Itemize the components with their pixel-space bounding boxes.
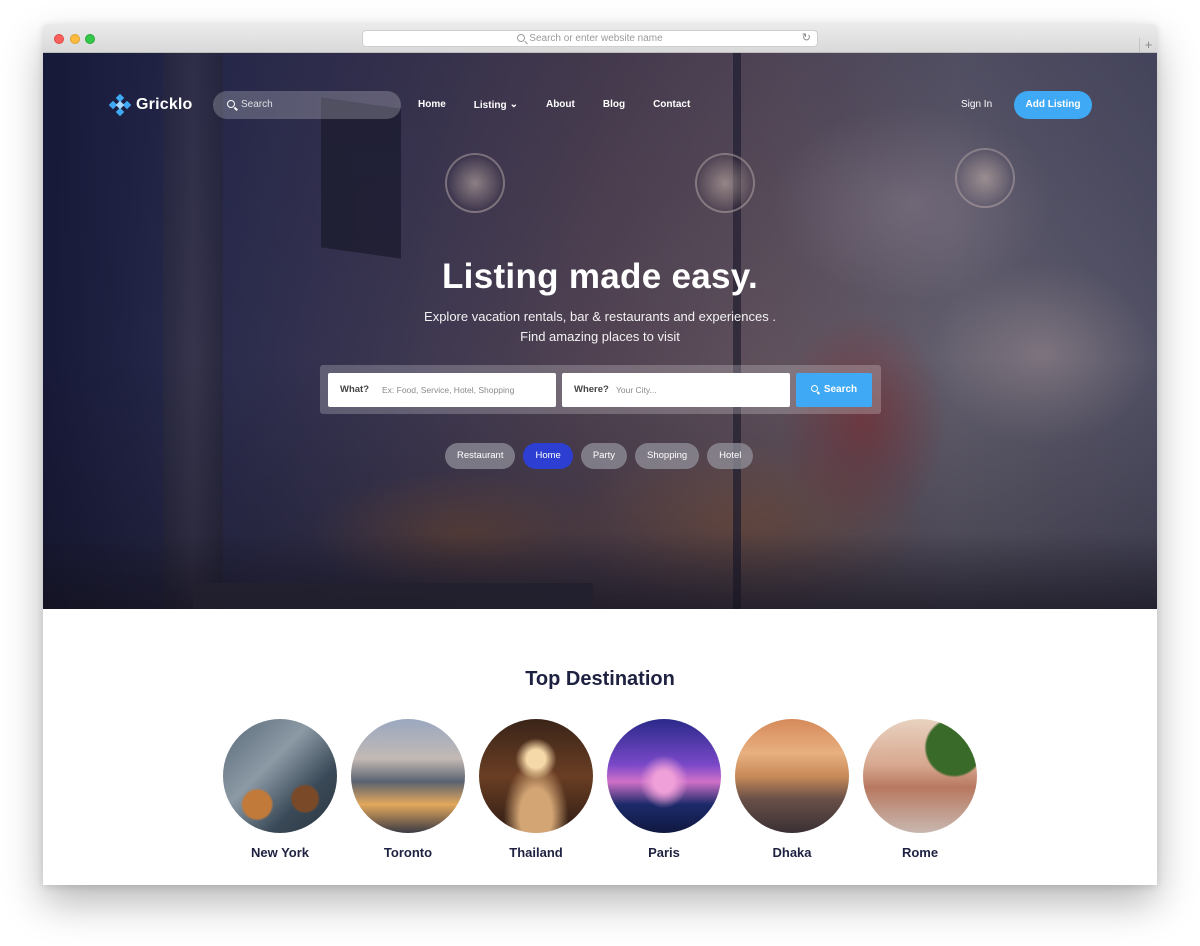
address-bar[interactable]: Search or enter website name ↻ <box>362 30 818 47</box>
what-label: What? <box>340 384 370 395</box>
destination-image[interactable] <box>479 719 593 833</box>
logo-text: Gricklo <box>136 96 193 113</box>
search-button[interactable]: Search <box>796 373 872 407</box>
destination-image[interactable] <box>351 719 465 833</box>
nav-contact[interactable]: Contact <box>653 99 690 111</box>
destination-name[interactable]: Paris <box>607 845 721 860</box>
minimize-window-button[interactable] <box>70 34 80 44</box>
destination-card[interactable]: New York <box>223 719 337 860</box>
destination-name[interactable]: Thailand <box>479 845 593 860</box>
destination-card[interactable]: Thailand <box>479 719 593 860</box>
close-window-button[interactable] <box>54 34 64 44</box>
search-icon <box>227 100 235 108</box>
chip-hotel[interactable]: Hotel <box>707 443 754 469</box>
chip-home[interactable]: Home <box>523 443 573 469</box>
nav-blog[interactable]: Blog <box>603 99 625 111</box>
hero-subtitle: Explore vacation rentals, bar & restaura… <box>43 307 1157 347</box>
destination-name[interactable]: New York <box>223 845 337 860</box>
destination-card[interactable]: Dhaka <box>735 719 849 860</box>
destination-image[interactable] <box>607 719 721 833</box>
destination-name[interactable]: Dhaka <box>735 845 849 860</box>
browser-toolbar: Search or enter website name ↻ + <box>43 24 1157 53</box>
new-tab-button[interactable]: + <box>1139 38 1157 53</box>
chip-shopping[interactable]: Shopping <box>635 443 700 469</box>
hero-subtitle-line: Find amazing places to visit <box>520 329 680 344</box>
browser-window: Search or enter website name ↻ + Gricklo… <box>43 24 1157 885</box>
where-placeholder: Your City... <box>616 385 657 395</box>
category-chips: Restaurant Home Party Shopping Hotel <box>445 443 754 469</box>
sign-in-link[interactable]: Sign In <box>961 99 992 110</box>
hero-search-form: What? Ex: Food, Service, Hotel, Shopping… <box>320 365 881 414</box>
search-icon <box>810 385 818 392</box>
where-field[interactable]: Where? Your City... <box>562 373 790 407</box>
section-title: Top Destination <box>525 668 675 690</box>
destination-card[interactable]: Toronto <box>351 719 465 860</box>
address-bar-placeholder: Search or enter website name <box>529 33 663 44</box>
nav-about[interactable]: About <box>546 99 575 111</box>
destination-name[interactable]: Toronto <box>351 845 465 860</box>
header-search-input[interactable]: Search <box>213 91 401 119</box>
destination-card[interactable]: Paris <box>607 719 721 860</box>
logo-icon <box>108 93 132 117</box>
what-placeholder: Ex: Food, Service, Hotel, Shopping <box>382 385 515 395</box>
chevron-down-icon: ⌄ <box>509 99 518 110</box>
hero-subtitle-line: Explore vacation rentals, bar & restaura… <box>424 309 776 324</box>
add-listing-button[interactable]: Add Listing <box>1014 91 1092 119</box>
what-field[interactable]: What? Ex: Food, Service, Hotel, Shopping <box>328 373 556 407</box>
nav-listing[interactable]: Listing ⌄ <box>474 99 518 111</box>
destination-image[interactable] <box>863 719 977 833</box>
main-nav: Home Listing ⌄ About Blog Contact <box>418 99 718 111</box>
chip-restaurant[interactable]: Restaurant <box>445 443 516 469</box>
site-logo[interactable]: Gricklo <box>108 93 193 117</box>
search-button-label: Search <box>823 384 858 395</box>
search-icon <box>517 34 526 42</box>
hero-section: Gricklo Search Home Listing ⌄ About Blog … <box>43 53 1157 609</box>
destination-image[interactable] <box>735 719 849 833</box>
nav-home[interactable]: Home <box>418 99 446 111</box>
header-search-placeholder: Search <box>241 99 273 110</box>
hero-title: Listing made easy. <box>442 257 758 296</box>
nav-listing-label: Listing <box>473 100 507 111</box>
destination-image[interactable] <box>223 719 337 833</box>
where-label: Where? <box>574 384 609 395</box>
destination-card[interactable]: Rome <box>863 719 977 860</box>
maximize-window-button[interactable] <box>85 34 95 44</box>
chip-party[interactable]: Party <box>580 443 628 469</box>
reload-icon[interactable]: ↻ <box>802 31 811 46</box>
destination-name[interactable]: Rome <box>863 845 977 860</box>
